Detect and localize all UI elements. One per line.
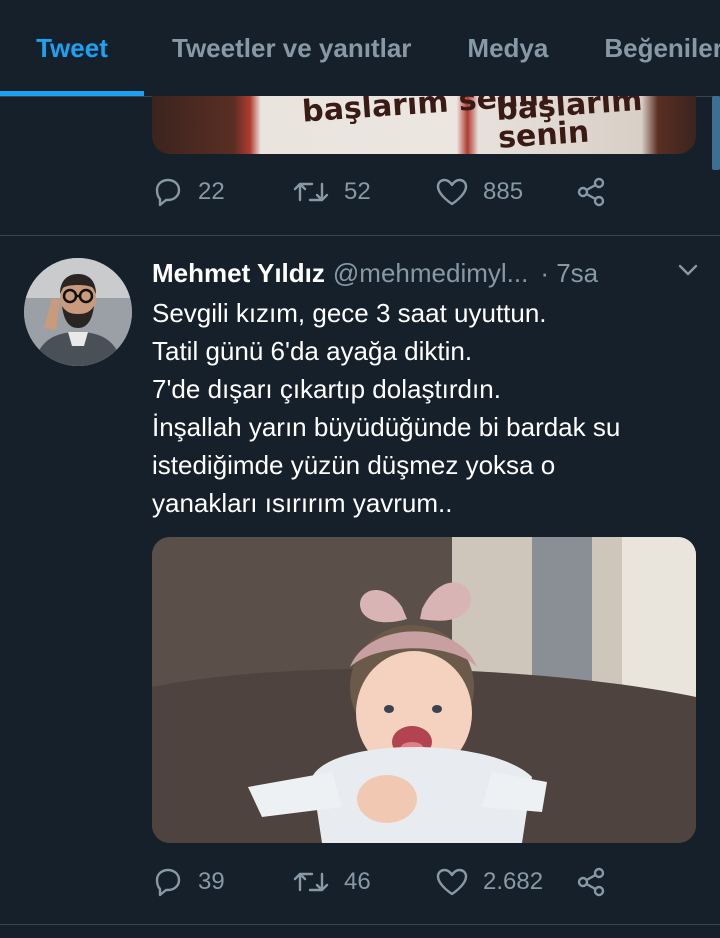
share-icon (575, 176, 607, 208)
tweet-text-line: yanakları ısırırım yavrum.. (152, 488, 453, 518)
tweet-text-line: Sevgili kızım, gece 3 saat uyuttun. (152, 298, 547, 328)
book-cover-text: başlarım senin (495, 96, 644, 154)
tab-likes[interactable]: Beğeniler (576, 0, 720, 96)
profile-tabs: Tweet Tweetler ve yanıtlar Medya Beğenil… (0, 0, 720, 97)
heart-icon (435, 176, 469, 208)
reply-count: 39 (198, 868, 225, 895)
tweet-text: Sevgili kızım, gece 3 saat uyuttun. Tati… (152, 294, 700, 522)
reply-button[interactable]: 39 (152, 866, 292, 898)
like-button[interactable]: 2.682 (435, 866, 575, 898)
tweet-divider (0, 924, 720, 925)
tweet-actions: 39 46 2.682 (152, 866, 607, 898)
tweet-time[interactable]: · 7sa (540, 258, 598, 289)
reply-icon (152, 176, 184, 208)
retweet-button[interactable]: 52 (292, 176, 435, 208)
tweet-text-line: 7'de dışarı çıkartıp dolaştırdın. (152, 374, 501, 404)
heart-icon (435, 866, 469, 898)
like-count: 2.682 (483, 868, 544, 895)
reply-button[interactable]: 22 (152, 176, 292, 208)
author-handle[interactable]: @mehmedimyl... (333, 258, 528, 289)
scrollbar[interactable] (712, 96, 720, 170)
tweet-text-line: İnşallah yarın büyüdüğünde bi bardak su (152, 412, 621, 442)
share-button[interactable] (575, 176, 607, 208)
like-count: 885 (483, 178, 524, 205)
retweet-count: 46 (344, 868, 371, 895)
tab-tweets[interactable]: Tweet (0, 0, 144, 96)
previous-tweet-actions: 22 52 885 (152, 176, 607, 208)
previous-tweet-image[interactable]: başlarım senin başlarım senin (152, 96, 696, 154)
like-button[interactable]: 885 (435, 176, 575, 208)
share-icon (575, 866, 607, 898)
retweet-count: 52 (344, 178, 371, 205)
retweet-button[interactable]: 46 (292, 866, 435, 898)
retweet-icon (292, 176, 330, 208)
tab-media[interactable]: Medya (439, 0, 576, 96)
tweet-header: Mehmet Yıldız @mehmedimyl... · 7sa (152, 252, 700, 294)
tweet-divider (0, 235, 720, 236)
tab-tweets-and-replies[interactable]: Tweetler ve yanıtlar (144, 0, 439, 96)
tweet-text-line: Tatil günü 6'da ayağa diktin. (152, 336, 473, 366)
author-name[interactable]: Mehmet Yıldız (152, 258, 325, 289)
reply-count: 22 (198, 178, 225, 205)
retweet-icon (292, 866, 330, 898)
avatar[interactable] (24, 258, 132, 366)
chevron-down-icon[interactable] (676, 258, 700, 289)
tweet-photo[interactable] (152, 537, 696, 843)
reply-icon (152, 866, 184, 898)
tweet-text-line: istediğimde yüzün düşmez yoksa o (152, 450, 556, 480)
share-button[interactable] (575, 866, 607, 898)
